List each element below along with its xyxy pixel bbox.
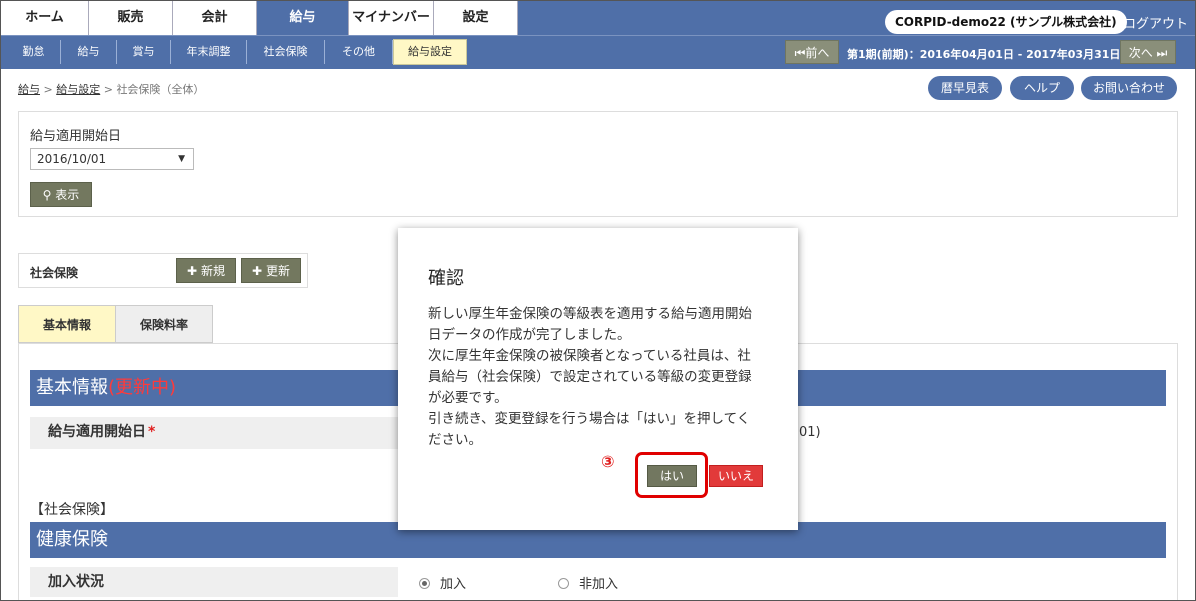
new-button[interactable]: ✚ 新規 — [176, 258, 236, 283]
help-button[interactable]: ヘルプ — [1010, 76, 1074, 100]
tab-home[interactable]: ホーム — [1, 1, 89, 35]
start-date-label: 給与適用開始日 — [30, 129, 122, 144]
radio-nonjoin-label: 非加入 — [579, 577, 619, 592]
period-label: 第1期(前期)：2016年04月01日 - 2017年03月31日 — [847, 48, 1121, 61]
update-button[interactable]: ✚ 更新 — [241, 258, 301, 283]
tab-mynumber[interactable]: マイナンバー — [349, 1, 434, 35]
dialog-message-line: が必要です。 — [428, 390, 508, 406]
calendar-button[interactable]: 暦早見表 — [928, 76, 1002, 100]
plus-icon: ✚ — [252, 264, 263, 278]
start-date-select[interactable]: 2016/10/01 ▼ — [30, 148, 194, 170]
required-mark: * — [148, 424, 156, 440]
radio-unchecked-icon — [558, 578, 569, 589]
subnav-item-attendance[interactable]: 勤怠 — [7, 40, 61, 64]
tab-accounting[interactable]: 会計 — [173, 1, 257, 35]
tab-insurance-rate[interactable]: 保険料率 — [115, 305, 213, 343]
plus-icon: ✚ — [187, 264, 198, 278]
radio-join-label: 加入 — [440, 577, 467, 592]
top-nav: ホーム 販売 会計 給与 マイナンバー 設定 CORPID-demo22 (サン… — [1, 1, 1195, 35]
social-insurance-label: 社会保険 — [30, 266, 79, 280]
show-button-label: 表示 — [55, 188, 80, 202]
dialog-message-line: 引き続き、変更登録を行う場合は「はい」を押してく — [428, 411, 751, 427]
radio-nonjoin[interactable]: 非加入 — [558, 573, 618, 592]
subnav-item-social-insurance[interactable]: 社会保険 — [247, 40, 325, 64]
start-date-row-text: 給与適用開始日 — [48, 424, 146, 440]
tab-payroll[interactable]: 給与 — [257, 1, 349, 35]
subnav-item-year-end[interactable]: 年末調整 — [171, 40, 247, 64]
search-icon: ⚲ — [42, 188, 52, 202]
tab-sales[interactable]: 販売 — [89, 1, 173, 35]
health-insurance-title: 健康保険 — [36, 529, 108, 550]
step-annotation: ③ — [601, 452, 615, 471]
show-button[interactable]: ⚲ 表示 — [30, 182, 92, 207]
dialog-message: 新しい厚生年金保険の等級表を適用する給与適用開始 日データの作成が完了しました。… — [428, 304, 778, 451]
contact-button[interactable]: お問い合わせ — [1081, 76, 1177, 100]
dialog-title: 確認 — [428, 268, 464, 289]
logout-link[interactable]: ▲ログアウト — [1113, 13, 1188, 32]
editing-status: (更新中) — [108, 377, 177, 398]
update-button-label: 更新 — [265, 264, 290, 278]
subnav-item-salary[interactable]: 給与 — [61, 40, 117, 64]
start-date-value: 2016/10/01 — [37, 152, 107, 166]
breadcrumb-separator: > — [43, 83, 53, 96]
radio-join[interactable]: 加入 — [419, 573, 466, 592]
dialog-message-line: 日データの作成が完了しました。 — [428, 327, 631, 343]
dialog-message-line: 次に厚生年金保険の被保険者となっている社員は、社 — [428, 348, 751, 364]
chevron-down-icon: ▼ — [178, 154, 185, 164]
prev-period-button[interactable]: ⏮前へ — [785, 40, 839, 64]
breadcrumb: 給与 > 給与設定 > 社会保険（全体） — [18, 81, 204, 97]
app-window: ホーム 販売 会計 給与 マイナンバー 設定 CORPID-demo22 (サン… — [0, 0, 1196, 601]
social-insurance-section-label: 【社会保険】 — [30, 502, 114, 518]
tab-settings[interactable]: 設定 — [434, 1, 518, 35]
radio-checked-icon — [419, 578, 430, 589]
breadcrumb-payroll-settings[interactable]: 給与設定 — [56, 83, 100, 96]
next-period-button[interactable]: 次へ ⏭ — [1120, 40, 1176, 64]
no-button[interactable]: いいえ — [709, 465, 763, 487]
new-button-label: 新規 — [200, 264, 225, 278]
join-status-label: 加入状況 — [30, 567, 398, 597]
subnav-item-other[interactable]: その他 — [325, 40, 393, 64]
dialog-message-line: 員給与（社会保険）で設定されている等級の変更登録 — [428, 369, 752, 385]
breadcrumb-payroll[interactable]: 給与 — [18, 83, 40, 96]
dialog-message-line: ださい。 — [428, 432, 482, 448]
tab-basic-info[interactable]: 基本情報 — [18, 305, 116, 343]
subnav-item-payroll-settings[interactable]: 給与設定 — [393, 39, 467, 65]
start-date-row-label: 給与適用開始日 * — [30, 417, 398, 449]
confirm-dialog: 確認 新しい厚生年金保険の等級表を適用する給与適用開始 日データの作成が完了しま… — [398, 228, 798, 530]
subnav-item-bonus[interactable]: 賞与 — [117, 40, 171, 64]
breadcrumb-current: 社会保険（全体） — [116, 83, 205, 96]
company-badge[interactable]: CORPID-demo22 (サンプル株式会社) — [885, 10, 1127, 34]
start-date-row-value: 01) — [799, 425, 821, 440]
sub-nav: 勤怠 給与 賞与 年末調整 社会保険 その他 給与設定 ⏮前へ 第1期(前期)：… — [1, 35, 1195, 69]
basic-info-title: 基本情報 — [36, 377, 108, 398]
dialog-message-line: 新しい厚生年金保険の等級表を適用する給与適用開始 — [428, 306, 752, 322]
breadcrumb-separator: > — [103, 83, 113, 96]
yes-button[interactable]: はい — [647, 465, 697, 487]
